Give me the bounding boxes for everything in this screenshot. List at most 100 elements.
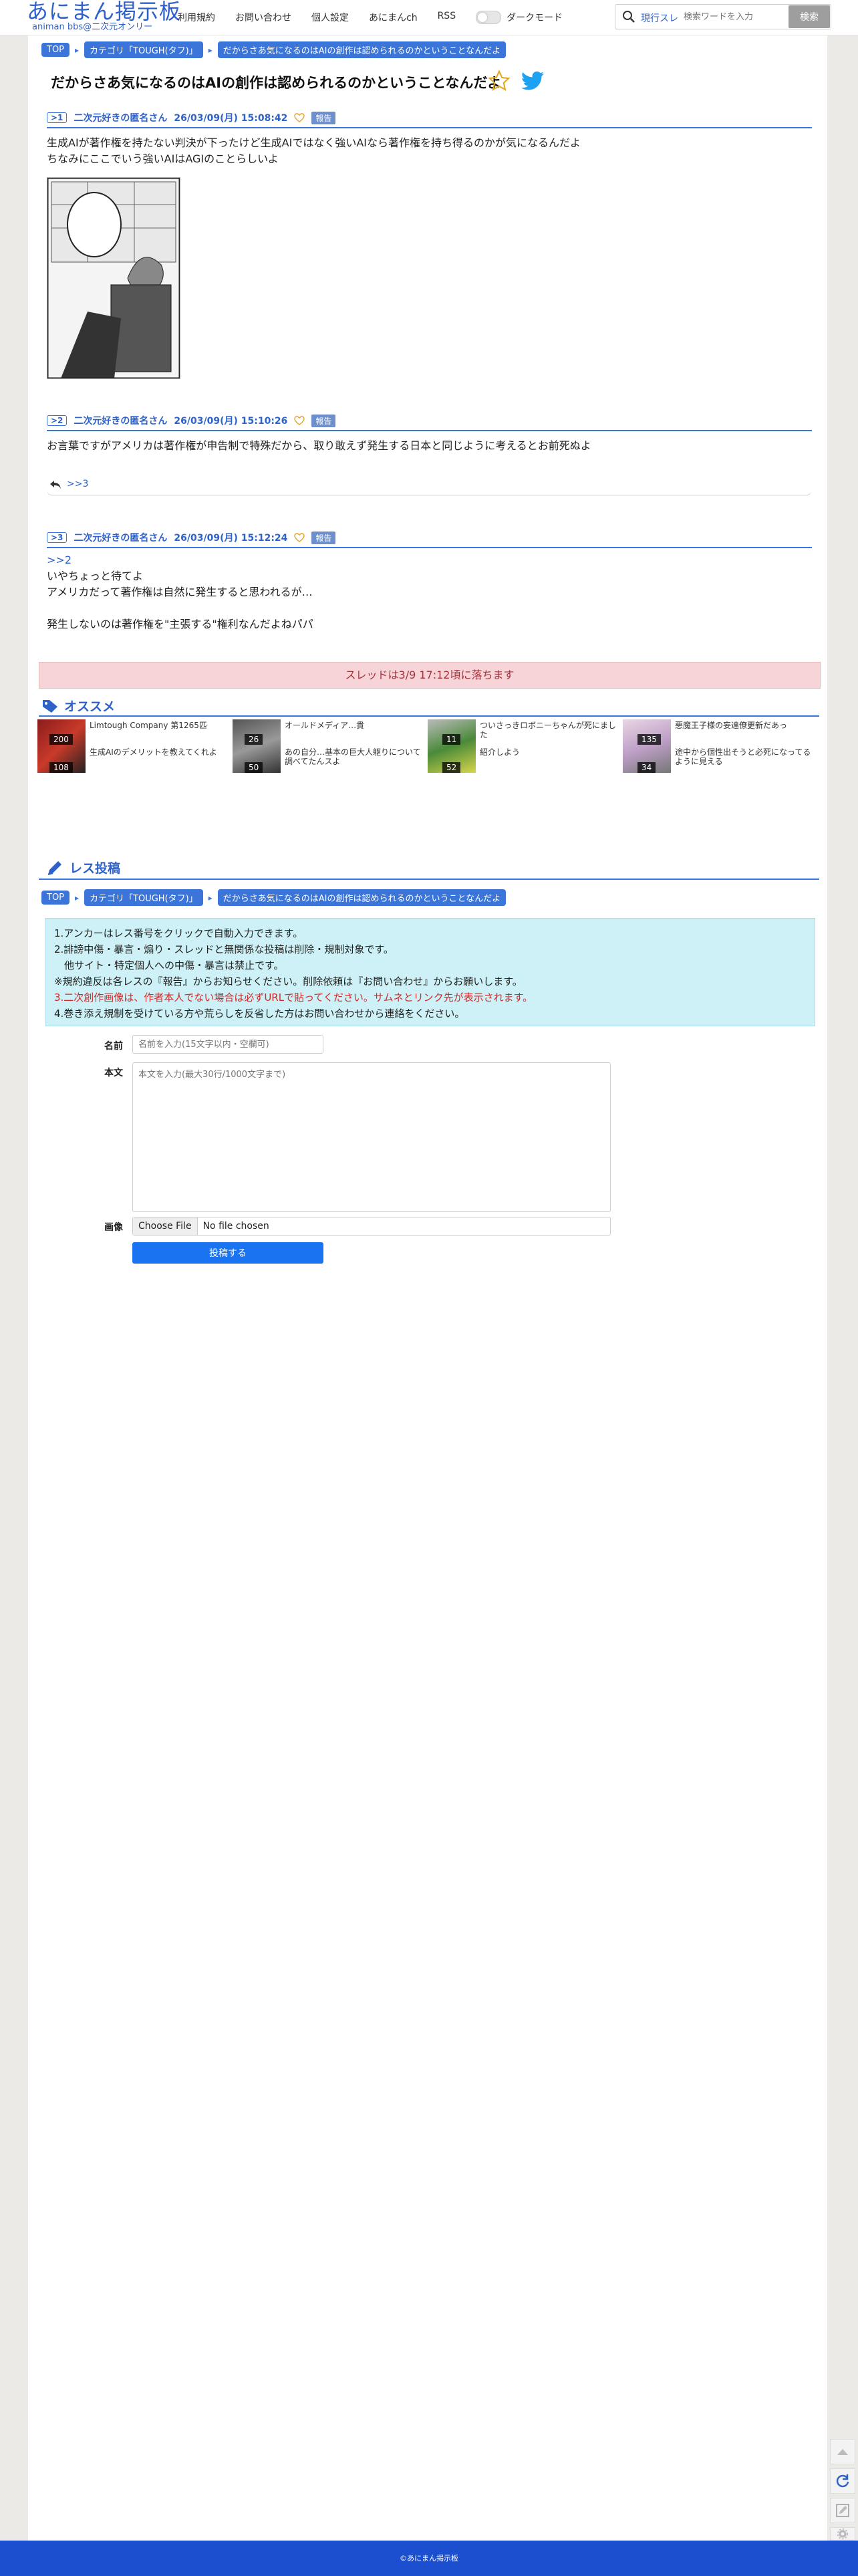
heart-icon[interactable] <box>294 416 305 425</box>
body-textarea[interactable] <box>132 1062 611 1212</box>
file-status: No file chosen <box>202 1221 269 1232</box>
section-divider <box>39 715 819 717</box>
search-scope-select[interactable]: 現行スレ <box>641 11 678 25</box>
reload-icon <box>836 2474 849 2488</box>
nav-terms[interactable]: 利用規約 <box>178 11 215 24</box>
logo-title[interactable]: あにまん掲示板 <box>27 0 181 23</box>
toggle-switch[interactable] <box>476 11 502 24</box>
post-number[interactable]: >2 <box>47 415 67 426</box>
manga-illustration <box>46 177 181 380</box>
recommend-item-title[interactable]: 生成AIのデメリットを教えてくれよ <box>90 747 230 757</box>
rule-line: 2.誹謗中傷・暴言・煽り・スレッドと無関係な投稿は削除・規制対象です。 <box>54 943 394 955</box>
breadcrumb-category[interactable]: カテゴリ「TOUGH(タフ)」 <box>84 41 203 58</box>
breadcrumb-category[interactable]: カテゴリ「TOUGH(タフ)」 <box>84 889 203 906</box>
breadcrumb: TOP ▸ カテゴリ「TOUGH(タフ)」 ▸ だからさあ気になるのはAIの創作… <box>41 889 507 906</box>
nav-animanch[interactable]: あにまんch <box>369 11 418 24</box>
search-button[interactable]: 検索 <box>789 5 830 28</box>
report-button[interactable]: 報告 <box>311 111 336 124</box>
post-body: 生成AIが著作権を持たない判決が下ったけど生成AIではなく強いAIなら著作権を持… <box>47 135 812 167</box>
post-line: アメリカだって著作権は自然に発生すると思われるが… <box>47 586 313 598</box>
nav-rss[interactable]: RSS <box>438 11 456 24</box>
post-date: 26/03/09(月) 15:10:26 <box>174 416 288 427</box>
recommend-item-title[interactable]: 途中から個性出そうと必死になってるように見える <box>675 747 815 766</box>
manga-image[interactable] <box>46 177 181 380</box>
write-button[interactable] <box>830 2498 855 2523</box>
post-body: >>2 いやちょっと待てよ アメリカだって著作権は自然に発生すると思われるが… … <box>47 552 812 632</box>
settings-button[interactable] <box>830 2527 855 2541</box>
reload-button[interactable] <box>830 2468 855 2494</box>
breadcrumb-top[interactable]: TOP <box>41 43 70 57</box>
post-header: >2 二次元好きの匿名さん 26/03/09(月) 15:10:26 報告 <box>47 411 812 431</box>
heart-icon[interactable] <box>294 113 305 122</box>
recommend-item[interactable]: 11 52 ついさっきロボニーちゃんが死にました 紹介しよう <box>428 719 621 773</box>
edit-icon <box>836 2504 849 2517</box>
breadcrumb-thread[interactable]: だからさあ気になるのはAIの創作は認められるのかということなんだよ <box>217 41 507 58</box>
recommend-item[interactable]: 26 50 オールドメディア…貴 あの自分…基本の巨大人躯りについて調べてたんス… <box>233 719 426 773</box>
main-nav: 利用規約 お問い合わせ 個人設定 あにまんch RSS ダークモード <box>178 11 563 24</box>
post-3: >3 二次元好きの匿名さん 26/03/09(月) 15:12:24 報告 >>… <box>47 528 812 632</box>
post-date: 26/03/09(月) 15:08:42 <box>174 113 288 124</box>
image-file-input[interactable]: Choose File No file chosen <box>132 1217 611 1236</box>
arrow-up-icon <box>837 2449 848 2455</box>
comment-count: 34 <box>637 762 656 773</box>
recommend-item-title[interactable]: オールドメディア…貴 <box>285 721 425 730</box>
choose-file-button[interactable]: Choose File <box>133 1217 198 1235</box>
breadcrumb-thread[interactable]: だからさあ気になるのはAIの創作は認められるのかということなんだよ <box>217 889 507 906</box>
comment-count: 135 <box>637 734 661 745</box>
scroll-top-button[interactable] <box>830 2439 855 2464</box>
site-logo[interactable]: あにまん掲示板 animan bbs@二次元オンリー <box>27 0 181 31</box>
name-label: 名前 <box>104 1041 123 1052</box>
post-author: 二次元好きの匿名さん <box>74 416 168 427</box>
recommend-item-title[interactable]: Limtough Company 第1265匹 <box>90 721 230 730</box>
post-author: 二次元好きの匿名さん <box>74 533 168 544</box>
post-number[interactable]: >3 <box>47 532 67 543</box>
pencil-icon <box>47 860 61 875</box>
comment-count: 11 <box>442 734 461 745</box>
recommend-heading: オススメ <box>41 697 115 715</box>
rule-line: 他サイト・特定個人への中傷・暴言は禁止です。 <box>54 959 284 971</box>
post-header: >1 二次元好きの匿名さん 26/03/09(月) 15:08:42 報告 <box>47 108 812 128</box>
reply-list: >>3 <box>47 475 812 495</box>
search-input[interactable] <box>682 9 785 25</box>
recommend-item[interactable]: 135 34 悪魔王子様の妄達僚更新だあっ 途中から個性出そうと必死になってるよ… <box>623 719 817 773</box>
nav-settings[interactable]: 個人設定 <box>311 11 349 24</box>
recommend-item-title[interactable]: ついさっきロボニーちゃんが死にました <box>480 721 620 739</box>
post-form-title: レス投稿 <box>69 861 121 876</box>
breadcrumb: TOP ▸ カテゴリ「TOUGH(タフ)」 ▸ だからさあ気になるのはAIの創作… <box>41 41 507 58</box>
search-icon <box>623 11 635 23</box>
post-line: ちなみにここでいう強いAIはAGIのことらしいよ <box>47 152 279 165</box>
report-button[interactable]: 報告 <box>311 414 336 427</box>
thread-title: だからさあ気になるのはAIの創作は認められるのかということなんだよ <box>51 75 502 91</box>
posting-rules: 1.アンカーはレス番号をクリックで自動入力できます。 2.誹謗中傷・暴言・煽り・… <box>45 918 815 1026</box>
tag-icon <box>43 699 57 713</box>
site-footer: ©あにまん掲示板 <box>0 2541 858 2576</box>
post-date: 26/03/09(月) 15:12:24 <box>174 533 288 544</box>
reply-link[interactable]: >>3 <box>67 479 88 489</box>
dark-mode-label: ダークモード <box>507 13 563 23</box>
name-input[interactable] <box>132 1035 323 1054</box>
report-button[interactable]: 報告 <box>311 531 336 544</box>
dark-mode-toggle[interactable]: ダークモード <box>476 11 563 24</box>
breadcrumb-separator: ▸ <box>75 45 80 55</box>
site-header: あにまん掲示板 animan bbs@二次元オンリー 利用規約 お問い合わせ 個… <box>0 0 858 35</box>
post-line: お言葉ですがアメリカは著作権が申告制で特殊だから、取り敢えず発生する日本と同じよ… <box>47 439 591 452</box>
favorite-star-icon[interactable] <box>488 70 511 92</box>
post-body: お言葉ですがアメリカは著作権が申告制で特殊だから、取り敢えず発生する日本と同じよ… <box>47 438 812 454</box>
heart-icon[interactable] <box>294 533 305 542</box>
post-line <box>47 600 812 616</box>
breadcrumb-separator: ▸ <box>75 893 80 903</box>
nav-contact[interactable]: お問い合わせ <box>235 11 291 24</box>
breadcrumb-top[interactable]: TOP <box>41 891 70 905</box>
page-background <box>28 0 827 2541</box>
reply-arrow-icon <box>50 481 61 489</box>
recommend-item-title[interactable]: 紹介しよう <box>480 747 620 757</box>
recommend-item-title[interactable]: あの自分…基本の巨大人躯りについて調べてたんスよ <box>285 747 425 766</box>
anchor-link[interactable]: >>2 <box>47 552 812 568</box>
rule-line: ※規約違反は各レスの『報告』からお知らせください。削除依頼は『お問い合わせ』から… <box>54 975 523 987</box>
twitter-share-icon[interactable] <box>521 71 544 91</box>
post-line: いやちょっと待てよ <box>47 570 144 582</box>
recommend-item[interactable]: 200 108 Limtough Company 第1265匹 生成AIのデメリ… <box>37 719 231 773</box>
submit-post-button[interactable]: 投稿する <box>132 1242 323 1264</box>
post-number[interactable]: >1 <box>47 112 67 123</box>
recommend-item-title[interactable]: 悪魔王子様の妄達僚更新だあっ <box>675 721 815 730</box>
